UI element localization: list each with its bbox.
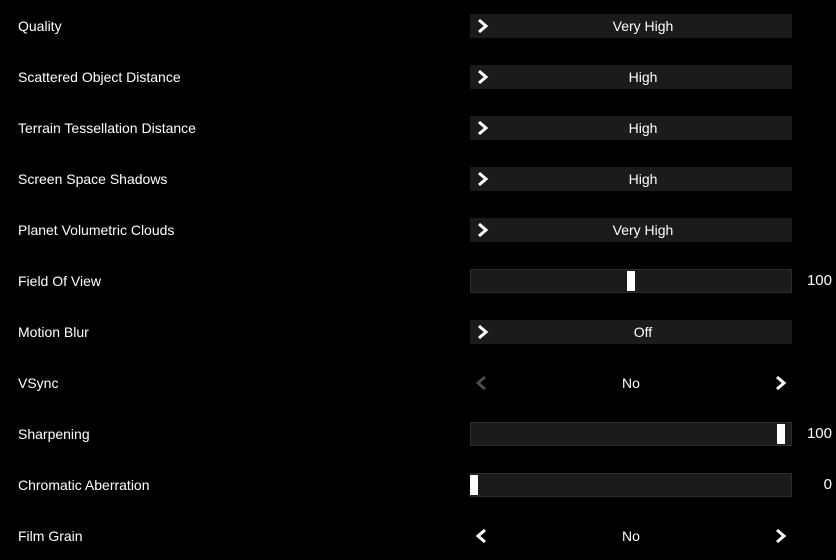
option-value: High <box>494 171 792 187</box>
setting-label: Film Grain <box>0 528 470 544</box>
chevron-right-icon[interactable] <box>470 14 494 38</box>
slider-thumb[interactable] <box>627 271 635 291</box>
option-value: No <box>494 375 768 391</box>
value-readout: 100 <box>792 272 836 289</box>
setting-label: Motion Blur <box>0 324 470 340</box>
setting-row: Sharpening 100 <box>0 408 836 459</box>
option-value: Off <box>494 324 792 340</box>
chevron-right-icon[interactable] <box>768 371 792 395</box>
setting-row: Film Grain No <box>0 510 836 560</box>
setting-control <box>470 422 792 446</box>
slider[interactable] <box>470 422 792 446</box>
setting-label: Sharpening <box>0 426 470 442</box>
slider[interactable] <box>470 473 792 497</box>
setting-row: Field Of View 100 <box>0 255 836 306</box>
chevron-right-icon[interactable] <box>470 116 494 140</box>
setting-control: High <box>470 65 792 89</box>
option-selector[interactable]: High <box>470 167 792 191</box>
chevron-left-icon[interactable] <box>470 371 494 395</box>
setting-control <box>470 473 792 497</box>
setting-row: Scattered Object Distance High <box>0 51 836 102</box>
setting-control: No <box>470 371 792 395</box>
chevron-right-icon[interactable] <box>470 65 494 89</box>
setting-row: Quality Very High <box>0 0 836 51</box>
setting-control: High <box>470 116 792 140</box>
setting-control <box>470 269 792 293</box>
setting-control: High <box>470 167 792 191</box>
value-readout: 100 <box>792 425 836 442</box>
setting-label: Scattered Object Distance <box>0 69 470 85</box>
option-selector[interactable]: Off <box>470 320 792 344</box>
option-selector-open[interactable]: No <box>470 371 792 395</box>
option-selector[interactable]: High <box>470 65 792 89</box>
option-selector-open[interactable]: No <box>470 524 792 548</box>
setting-row: Terrain Tessellation Distance High <box>0 102 836 153</box>
setting-row: Planet Volumetric Clouds Very High <box>0 204 836 255</box>
setting-control: Off <box>470 320 792 344</box>
setting-row: Screen Space Shadows High <box>0 153 836 204</box>
slider[interactable] <box>470 269 792 293</box>
option-value: Very High <box>494 18 792 34</box>
option-value: High <box>494 69 792 85</box>
slider-thumb[interactable] <box>470 475 478 495</box>
setting-row: Chromatic Aberration 0 <box>0 459 836 510</box>
option-selector[interactable]: High <box>470 116 792 140</box>
chevron-left-icon[interactable] <box>470 524 494 548</box>
option-selector[interactable]: Very High <box>470 14 792 38</box>
option-value: High <box>494 120 792 136</box>
chevron-right-icon[interactable] <box>768 524 792 548</box>
setting-label: Quality <box>0 18 470 34</box>
setting-label: VSync <box>0 375 470 391</box>
setting-label: Planet Volumetric Clouds <box>0 222 470 238</box>
option-value: No <box>494 528 768 544</box>
setting-label: Field Of View <box>0 273 470 289</box>
value-readout: 0 <box>792 476 836 493</box>
chevron-right-icon[interactable] <box>470 218 494 242</box>
setting-row: VSync No <box>0 357 836 408</box>
option-value: Very High <box>494 222 792 238</box>
setting-control: No <box>470 524 792 548</box>
slider-thumb[interactable] <box>777 424 785 444</box>
setting-row: Motion Blur Off <box>0 306 836 357</box>
option-selector[interactable]: Very High <box>470 218 792 242</box>
setting-label: Screen Space Shadows <box>0 171 470 187</box>
setting-label: Chromatic Aberration <box>0 477 470 493</box>
setting-control: Very High <box>470 218 792 242</box>
chevron-right-icon[interactable] <box>470 167 494 191</box>
setting-label: Terrain Tessellation Distance <box>0 120 470 136</box>
chevron-right-icon[interactable] <box>470 320 494 344</box>
setting-control: Very High <box>470 14 792 38</box>
